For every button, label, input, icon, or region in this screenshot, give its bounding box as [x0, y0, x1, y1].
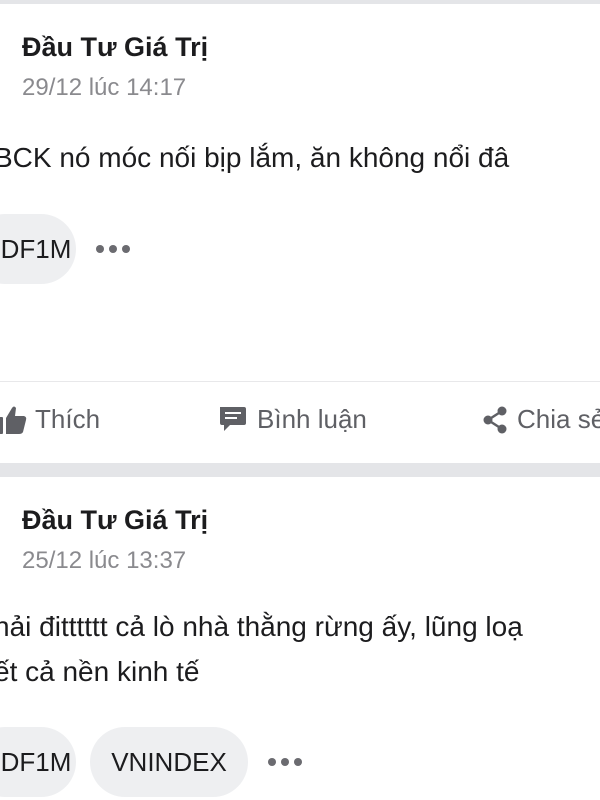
post-timestamp[interactable]: 29/12 lúc 14:17 [22, 74, 186, 102]
tag-chip-label: VNINDEX [111, 746, 227, 777]
tag-chip-label: DF1M [0, 233, 72, 264]
post-timestamp[interactable]: 25/12 lúc 13:37 [22, 547, 186, 575]
post-text-line: ết cả nền kinh tế [0, 656, 200, 687]
divider [0, 381, 600, 382]
like-label: Thích [35, 404, 101, 434]
tag-chip[interactable]: DF1M [0, 727, 76, 797]
share-button[interactable]: Chia sẻ [480, 404, 600, 435]
comment-icon [218, 405, 250, 435]
post-text-line: BCK nó móc nối bịp lắm, ăn không nổi đâ [0, 142, 510, 173]
post-1: Đầu Tư Giá Trị 29/12 lúc 14:17 BCK nó mó… [0, 4, 600, 463]
tag-chip[interactable]: VNINDEX [90, 727, 248, 797]
more-options-icon[interactable] [96, 244, 130, 254]
tag-chip[interactable]: DF1M [0, 214, 76, 284]
feed-separator [0, 463, 600, 477]
comment-button[interactable]: Bình luận [218, 404, 367, 435]
like-button[interactable]: Thích [0, 404, 100, 435]
more-options-icon[interactable] [268, 757, 302, 767]
author-name[interactable]: Đầu Tư Giá Trị [22, 32, 208, 63]
tag-chip-label: DF1M [0, 746, 72, 777]
post-2: Đầu Tư Giá Trị 25/12 lúc 13:37 hải đittt… [0, 477, 600, 800]
author-name[interactable]: Đầu Tư Giá Trị [22, 505, 208, 536]
thumbs-up-icon [0, 405, 28, 435]
share-label: Chia sẻ [517, 404, 600, 434]
post-text-line: hải đitttttt cả lò nhà thằng rừng ấy, lũ… [0, 611, 523, 642]
comment-label: Bình luận [257, 404, 367, 434]
share-icon [480, 405, 510, 435]
